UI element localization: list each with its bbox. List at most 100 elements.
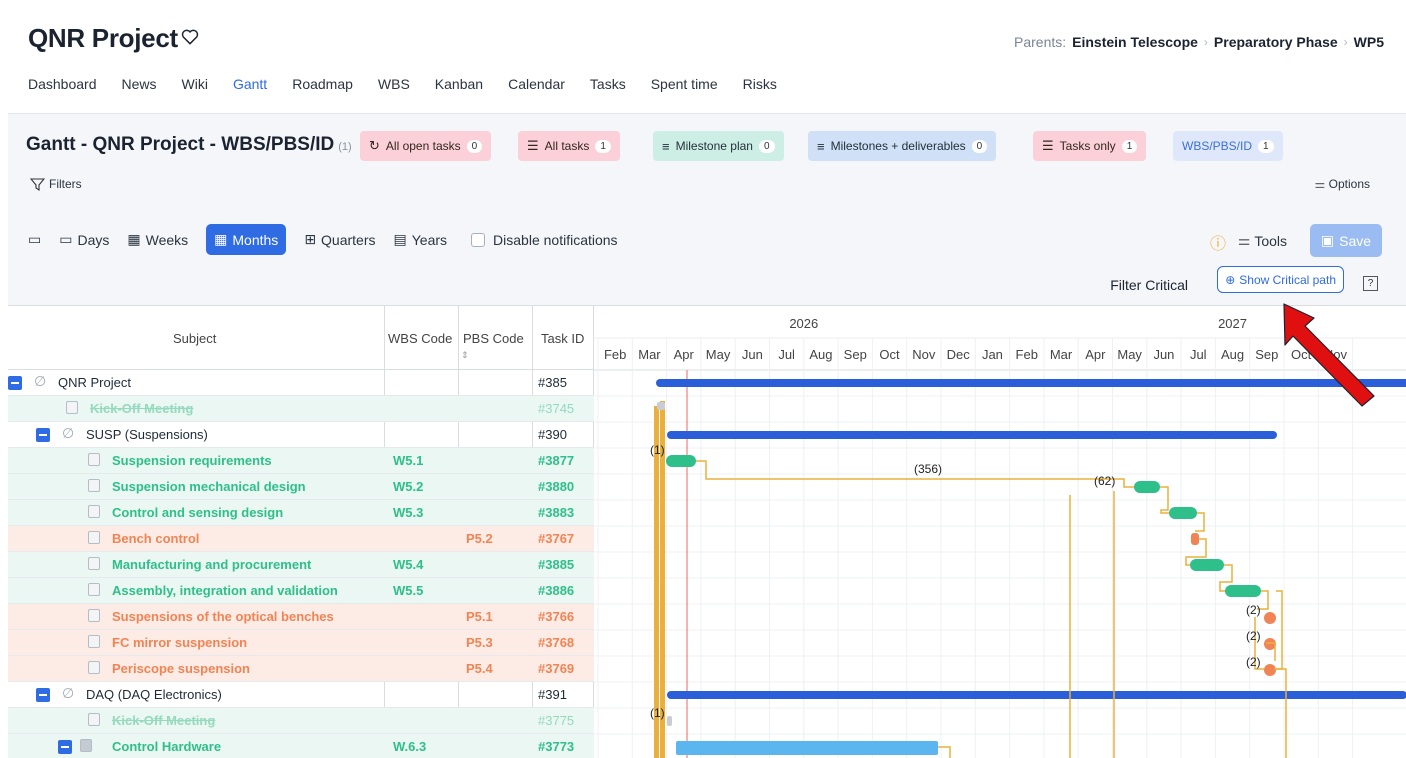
nav-wiki[interactable]: Wiki: [182, 76, 208, 92]
col-taskid-header[interactable]: Task ID: [541, 331, 584, 346]
nav-risks[interactable]: Risks: [743, 76, 777, 92]
month-label: Apr: [674, 347, 695, 362]
row-task-id[interactable]: #385: [538, 375, 567, 390]
table-row[interactable]: ∅ QNR Project #385: [8, 370, 594, 396]
row-subject[interactable]: FC mirror suspension: [112, 635, 247, 650]
heart-icon[interactable]: [180, 27, 200, 47]
query-milestone-plan[interactable]: ≡ Milestone plan 0: [653, 131, 784, 161]
table-row[interactable]: Assembly, integration and validation W5.5…: [8, 578, 594, 604]
collapse-toggle[interactable]: [36, 688, 50, 702]
row-subject[interactable]: Assembly, integration and validation: [112, 583, 338, 598]
row-task-id[interactable]: #3885: [538, 557, 574, 572]
row-subject[interactable]: DAQ (DAQ Electronics): [86, 687, 222, 702]
task-icon: [88, 583, 100, 596]
table-row[interactable]: Manufacturing and procurement W5.4 #3885: [8, 552, 594, 578]
row-task-id[interactable]: #3880: [538, 479, 574, 494]
table-row[interactable]: Control Hardware W.6.3 #3773: [8, 734, 594, 758]
row-subject[interactable]: QNR Project: [58, 375, 131, 390]
zoom-days-button[interactable]: ▭ Days: [59, 231, 109, 248]
row-task-id[interactable]: #3766: [538, 609, 574, 624]
options-button[interactable]: ⚌ Options: [1315, 177, 1370, 191]
query-label: Tasks only: [1059, 139, 1116, 153]
row-task-id[interactable]: #3877: [538, 453, 574, 468]
table-row[interactable]: Bench control P5.2 #3767: [8, 526, 594, 552]
collapse-toggle[interactable]: [8, 376, 22, 390]
nav-dashboard[interactable]: Dashboard: [28, 76, 97, 92]
row-subject[interactable]: Suspensions of the optical benches: [112, 609, 334, 624]
row-subject[interactable]: Kick-Off Meeting: [90, 401, 193, 416]
row-task-id[interactable]: #3773: [538, 739, 574, 754]
query-milestones-deliverables[interactable]: ≡ Milestones + deliverables 0: [808, 131, 997, 161]
row-task-id[interactable]: #3745: [538, 401, 574, 416]
row-subject[interactable]: Manufacturing and procurement: [112, 557, 311, 572]
col-wbs-header[interactable]: WBS Code: [388, 331, 452, 346]
query-wbs-pbs-id[interactable]: WBS/PBS/ID 1: [1173, 131, 1283, 161]
nav-kanban[interactable]: Kanban: [435, 76, 483, 92]
table-row[interactable]: ∅ DAQ (DAQ Electronics) #391: [8, 682, 594, 708]
disable-notifications-checkbox[interactable]: [471, 232, 486, 247]
zoom-years-button[interactable]: ▤ Years: [394, 231, 448, 248]
query-count-badge: 1: [1258, 139, 1274, 153]
calendar-today-button[interactable]: ▭: [28, 231, 41, 248]
parent-link-1[interactable]: Einstein Telescope: [1072, 34, 1198, 50]
table-row[interactable]: Suspensions of the optical benches P5.1 #3…: [8, 604, 594, 630]
nav-calendar[interactable]: Calendar: [508, 76, 565, 92]
query-count-badge: 0: [971, 139, 988, 153]
control-hardware-bar: [676, 741, 938, 755]
nav-gantt[interactable]: Gantt: [233, 76, 267, 92]
row-task-id[interactable]: #3769: [538, 661, 574, 676]
nav-roadmap[interactable]: Roadmap: [292, 76, 353, 92]
row-subject[interactable]: Bench control: [112, 531, 199, 546]
query-all-open-tasks[interactable]: ↻ All open tasks 0: [360, 131, 492, 161]
save-button[interactable]: ▣ Save: [1310, 224, 1382, 257]
help-button[interactable]: ?: [1363, 276, 1378, 291]
row-task-id[interactable]: #3886: [538, 583, 574, 598]
zoom-months-button[interactable]: ▦ Months: [206, 224, 287, 255]
row-subject[interactable]: Control and sensing design: [112, 505, 283, 520]
info-icon[interactable]: ⓘ: [1210, 230, 1226, 254]
nav-news[interactable]: News: [122, 76, 157, 92]
table-row[interactable]: Suspension mechanical design W5.2 #3880: [8, 474, 594, 500]
lag-label: (2): [1246, 655, 1261, 669]
parent-link-3[interactable]: WP5: [1354, 34, 1384, 50]
table-row[interactable]: FC mirror suspension P5.3 #3768: [8, 630, 594, 656]
query-tasks-only[interactable]: ☰ Tasks only 1: [1033, 131, 1147, 161]
table-row[interactable]: Control and sensing design W5.3 #3883: [8, 500, 594, 526]
nav-tasks[interactable]: Tasks: [590, 76, 626, 92]
row-subject[interactable]: Control Hardware: [112, 739, 221, 754]
table-row[interactable]: Suspension requirements W5.1 #3877: [8, 448, 594, 474]
query-all-tasks[interactable]: ☰ All tasks 1: [518, 131, 620, 161]
row-subject[interactable]: SUSP (Suspensions): [86, 427, 208, 442]
nav-spent-time[interactable]: Spent time: [651, 76, 718, 92]
parent-link-2[interactable]: Preparatory Phase: [1214, 34, 1338, 50]
row-subject[interactable]: Suspension requirements: [112, 453, 272, 468]
row-subject[interactable]: Periscope suspension: [112, 661, 250, 676]
nav-wbs[interactable]: WBS: [378, 76, 410, 92]
milestone-dot: [1264, 638, 1276, 650]
table-row[interactable]: Periscope suspension P5.4 #3769: [8, 656, 594, 682]
row-task-id[interactable]: #390: [538, 427, 567, 442]
col-pbs-header[interactable]: PBS Code: [463, 331, 524, 346]
disable-notifications-label[interactable]: Disable notifications: [493, 232, 618, 248]
row-task-id[interactable]: #3768: [538, 635, 574, 650]
table-row[interactable]: Kick-Off Meeting #3745: [8, 396, 594, 422]
month-label: Mar: [1050, 347, 1073, 362]
lag-label: (1): [650, 443, 665, 457]
zoom-weeks-button[interactable]: ▦ Weeks: [127, 231, 188, 248]
row-subject[interactable]: Suspension mechanical design: [112, 479, 306, 494]
filters-toggle[interactable]: Filters: [30, 177, 82, 191]
tools-button[interactable]: ⚌ Tools: [1238, 232, 1287, 249]
collapse-toggle[interactable]: [58, 740, 72, 754]
row-task-id[interactable]: #3775: [538, 713, 574, 728]
collapse-toggle[interactable]: [36, 428, 50, 442]
row-task-id[interactable]: #3767: [538, 531, 574, 546]
show-critical-path-button[interactable]: ⊕ Show Critical path: [1217, 266, 1344, 293]
row-task-id[interactable]: #3883: [538, 505, 574, 520]
row-task-id[interactable]: #391: [538, 687, 567, 702]
table-row[interactable]: Kick-Off Meeting #3775: [8, 708, 594, 734]
table-row[interactable]: ∅ SUSP (Suspensions) #390: [8, 422, 594, 448]
row-subject[interactable]: Kick-Off Meeting: [112, 713, 215, 728]
col-subject-header[interactable]: Subject: [173, 331, 216, 346]
sort-icon[interactable]: ⇕: [461, 350, 469, 361]
zoom-quarters-button[interactable]: ⊞ Quarters: [304, 231, 375, 248]
